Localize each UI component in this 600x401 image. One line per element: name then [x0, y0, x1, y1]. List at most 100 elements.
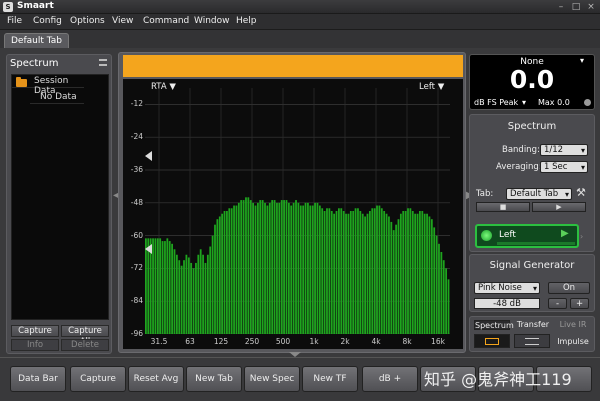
signal-level-field[interactable]: -48 dB — [474, 298, 540, 309]
new-tab-button[interactable]: New Tab — [186, 366, 242, 392]
spectrum-bar — [173, 249, 176, 334]
spectrum-bar — [447, 279, 450, 334]
list-item-session[interactable]: Session Data — [12, 76, 84, 96]
spectrum-bar — [254, 205, 257, 334]
menu-command[interactable]: Command — [143, 16, 189, 26]
x-tick-label: 250 — [244, 337, 260, 346]
signal-source-select[interactable]: Pink Noise — [474, 282, 540, 294]
play-button[interactable]: ▶ — [532, 202, 586, 212]
new-spec-button[interactable]: New Spec — [244, 366, 300, 392]
menu-options[interactable]: Options — [70, 16, 105, 26]
spectrum-bar — [166, 238, 169, 334]
spectrum-bar — [183, 260, 185, 334]
data-bar-button[interactable]: Data Bar — [10, 366, 66, 392]
plot-panel: RTA ▼ Left ▼ -12 -24 -36 -48 -60 -72 -84 -96 31… — [118, 52, 466, 353]
spectrum-bar — [154, 238, 157, 334]
channel-button[interactable]: Left ▶ — [475, 224, 579, 248]
channel-expand-icon[interactable]: › — [580, 232, 583, 241]
spectrum-bar — [359, 211, 362, 334]
tab-select[interactable]: Default Tab — [506, 188, 572, 200]
minimize-icon[interactable]: – — [555, 2, 567, 12]
spectrum-bar — [371, 208, 374, 334]
data-list[interactable]: Session Data No Data — [11, 74, 109, 320]
close-icon[interactable]: × — [585, 2, 597, 12]
spectrum-bar — [218, 216, 221, 334]
spectrum-bar — [168, 241, 171, 334]
tools-icon[interactable]: ⚒ — [576, 186, 586, 199]
spectrum-bar — [404, 211, 407, 334]
x-tick-label: 31.5 — [150, 337, 168, 346]
threshold-handle-icon[interactable] — [145, 244, 152, 254]
menu-help[interactable]: Help — [236, 16, 257, 26]
mode-tab-impulse[interactable]: Impulse — [554, 337, 592, 347]
data-library-panel: Spectrum Session Data No Data Capture Ca… — [6, 54, 112, 354]
spectrum-bar — [364, 216, 366, 334]
menu-icon[interactable] — [99, 59, 107, 66]
meter-unit-dropdown-icon[interactable]: ▾ — [522, 98, 526, 107]
meter-unit[interactable]: dB FS Peak — [474, 98, 518, 107]
spectrum-bar — [307, 202, 309, 334]
mode-tab-live-ir[interactable]: Live IR — [554, 320, 592, 330]
spectrum-bar — [409, 208, 412, 334]
rta-icon — [485, 338, 499, 345]
mode-tab-transfer[interactable]: Transfer — [514, 320, 552, 330]
spectrum-bar — [161, 241, 164, 334]
spectrum-bar — [314, 202, 316, 334]
threshold-handle-icon[interactable] — [145, 151, 152, 161]
spectrum-bar — [373, 208, 376, 334]
spectrum-bar — [342, 211, 345, 334]
meter-max: Max 0.0 — [538, 98, 570, 107]
spectrum-bar — [323, 211, 326, 334]
signal-level-plus-button[interactable]: + — [570, 298, 589, 309]
signal-level-minus-button[interactable]: - — [548, 298, 567, 309]
stop-button[interactable]: ■ — [476, 202, 530, 212]
capture-toolbar-button[interactable]: Capture — [70, 366, 126, 392]
menu-file[interactable]: File — [7, 16, 22, 26]
info-button[interactable]: Info — [11, 339, 59, 351]
spectrum-bar — [304, 202, 307, 334]
panel-title: Spectrum — [10, 58, 59, 69]
rta-plot[interactable]: RTA ▼ Left ▼ -12 -24 -36 -48 -60 -72 -84 -96 31… — [123, 79, 463, 349]
spectrum-bar — [309, 205, 312, 334]
spectrum-bar — [399, 213, 402, 334]
banding-select[interactable]: 1/12 — [540, 144, 588, 156]
capture-button[interactable]: Capture — [11, 325, 59, 337]
delete-button[interactable]: Delete — [61, 339, 109, 351]
menu-view[interactable]: View — [112, 16, 133, 26]
spectrum-bar — [295, 200, 297, 334]
x-tick-label: 63 — [185, 337, 195, 346]
menu-config[interactable]: Config — [33, 16, 62, 26]
spectrum-bar — [442, 260, 445, 334]
spectrum-bar — [440, 252, 443, 334]
capture-all-button[interactable]: Capture All — [61, 325, 109, 347]
maximize-icon[interactable]: □ — [570, 2, 582, 12]
rta-view-button[interactable] — [474, 334, 510, 348]
tab-default[interactable]: Default Tab — [4, 33, 69, 48]
spectrum-bar — [366, 213, 369, 334]
spectrum-bar — [268, 202, 271, 334]
x-tick-label: 16k — [431, 337, 445, 346]
new-tf-button[interactable]: New TF — [302, 366, 358, 392]
menu-window[interactable]: Window — [194, 16, 230, 26]
banding-label: Banding: — [502, 145, 540, 155]
meter-reset-icon[interactable] — [584, 99, 591, 106]
spectrum-bar — [235, 205, 238, 334]
mode-tab-spectrum[interactable]: Spectrum — [474, 320, 514, 330]
averaging-select[interactable]: 1 Sec — [540, 161, 588, 173]
spectrum-bar — [197, 254, 200, 334]
spectrograph-view-button[interactable] — [514, 334, 550, 348]
spectrum-bar — [223, 211, 226, 334]
meter-source-dropdown-icon[interactable]: ▾ — [580, 56, 584, 65]
spectrum-panel-title: Spectrum — [507, 121, 557, 132]
spectrum-bar — [178, 260, 181, 334]
spectrum-bar — [228, 208, 231, 334]
app-title: Smaart — [17, 1, 54, 11]
channel-play-icon[interactable]: ▶ — [561, 228, 569, 239]
reset-avg-button[interactable]: Reset Avg — [128, 366, 184, 392]
db-plus-button[interactable]: dB + — [362, 366, 418, 392]
spectrograph-icon — [525, 338, 539, 345]
list-item-no-data[interactable]: No Data — [30, 92, 84, 104]
spectrum-bar — [395, 224, 397, 334]
signal-on-button[interactable]: On — [548, 282, 590, 294]
measurement-mode-panel: Spectrum Transfer Live IR Impulse — [469, 316, 595, 352]
